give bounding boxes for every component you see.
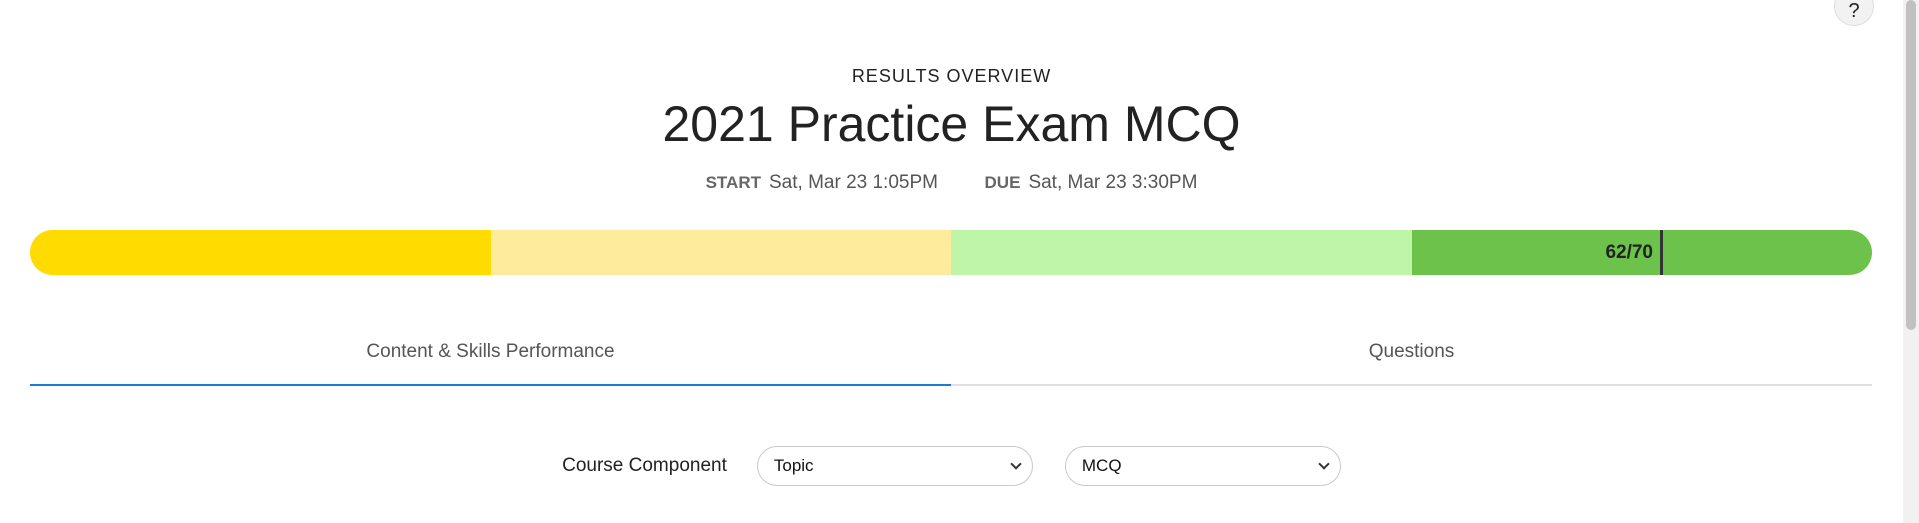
exam-dates: START Sat, Mar 23 1:05PM DUE Sat, Mar 23 3… (0, 170, 1903, 196)
score-bar: 62/70 (30, 230, 1872, 275)
mcq-select[interactable]: MCQ (1064, 446, 1341, 486)
page-title: 2021 Practice Exam MCQ (662, 96, 1241, 152)
help-button[interactable]: ? (1834, 0, 1874, 26)
mcq-select-value: MCQ (1081, 456, 1122, 475)
score-marker (1660, 230, 1663, 275)
page-overline: RESULTS OVERVIEW (851, 66, 1052, 86)
course-component-label: Course Component (562, 455, 727, 476)
topic-select-value: Topic (773, 456, 814, 475)
tab-questions[interactable]: Questions (951, 320, 1872, 384)
tab-content-skills[interactable]: Content & Skills Performance (30, 320, 951, 386)
results-tabs: Content & Skills Performance Questions (30, 320, 1872, 386)
results-overview-page: ? RESULTS OVERVIEW 2021 Practice Exam MC… (0, 0, 1919, 523)
score-band-1 (30, 230, 491, 275)
score-band-2 (490, 230, 951, 275)
scrollbar[interactable] (1903, 0, 1919, 523)
due-label: DUE (984, 173, 1021, 192)
due-value: Sat, Mar 23 3:30PM (1028, 172, 1198, 193)
score-band-3 (951, 230, 1412, 275)
scrollbar-thumb[interactable] (1906, 0, 1916, 330)
chevron-down-icon (1318, 458, 1330, 470)
start-label: START (705, 173, 761, 192)
start-value: Sat, Mar 23 1:05PM (769, 172, 938, 193)
help-label: ? (1848, 0, 1860, 22)
filter-row: Course Component Topic MCQ (0, 446, 1903, 486)
results-header: RESULTS OVERVIEW 2021 Practice Exam MCQ … (0, 64, 1903, 196)
score-label: 62/70 (1605, 241, 1653, 263)
topic-select[interactable]: Topic (756, 446, 1033, 486)
chevron-down-icon (1010, 458, 1022, 470)
